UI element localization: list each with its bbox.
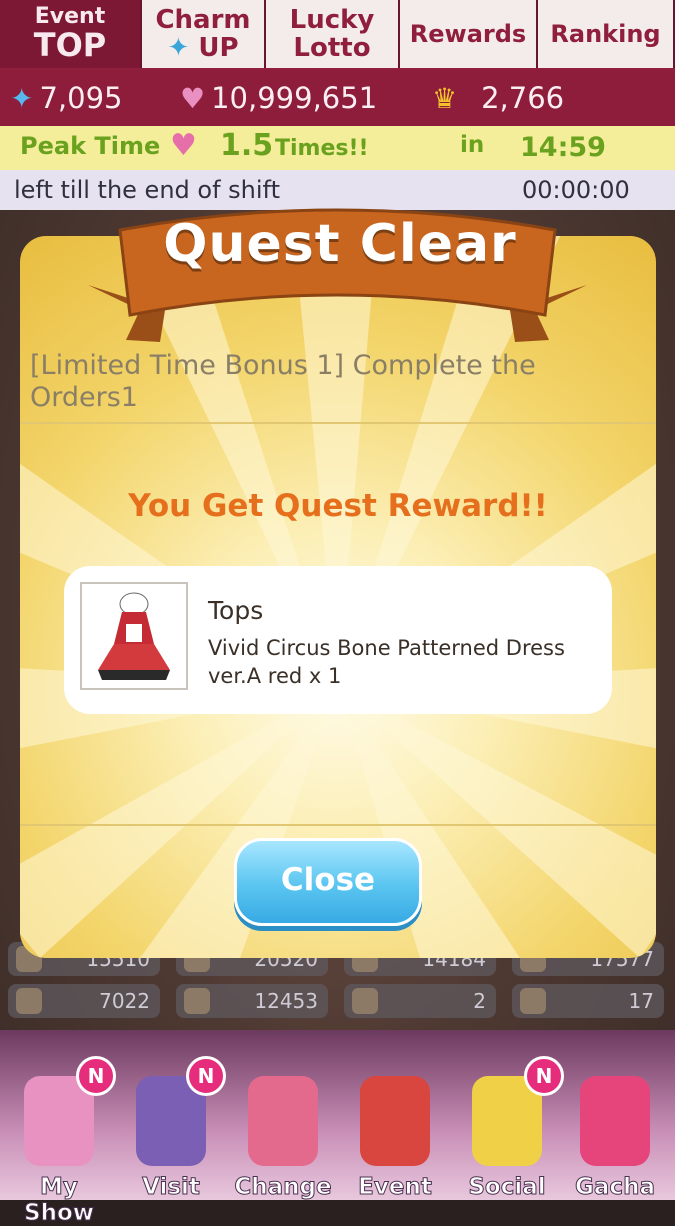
charm-count: 10,999,651 bbox=[211, 81, 378, 115]
star-count: 7,095 bbox=[39, 81, 123, 115]
quest-clear-title: Quest Clear bbox=[163, 214, 517, 274]
pink-heart-icon: ♥ bbox=[170, 128, 197, 163]
nav-my-show[interactable]: N My Show bbox=[4, 1030, 116, 1226]
peak-in-text: in bbox=[460, 132, 485, 158]
nav-change[interactable]: Change bbox=[228, 1030, 338, 1201]
tab-charm-up[interactable]: Charm ✦ UP bbox=[142, 0, 266, 68]
tab-event-top[interactable]: Event TOP bbox=[0, 0, 142, 68]
divider bbox=[20, 824, 656, 826]
nav-social-label: Social bbox=[468, 1174, 546, 1201]
crown-stat: ♛ 2,766 bbox=[432, 81, 564, 115]
tab-lucky-lotto[interactable]: Lucky Lotto bbox=[266, 0, 400, 68]
tab-event-top-line2: TOP bbox=[33, 26, 107, 64]
material-cell: 2 bbox=[344, 984, 496, 1018]
nav-visit[interactable]: N Visit bbox=[116, 1030, 226, 1201]
dress-thumbnail bbox=[80, 582, 188, 690]
tab-lucky-lotto-line2: Lotto bbox=[293, 33, 371, 63]
tab-charm-up-line1: Charm bbox=[155, 5, 251, 35]
heart-icon: ♥ bbox=[180, 81, 206, 115]
material-row-2: 7022 12453 2 17 bbox=[8, 984, 668, 1020]
new-badge: N bbox=[76, 1056, 116, 1096]
material-count: 17 bbox=[628, 989, 654, 1013]
peak-time-label: Peak Time bbox=[20, 132, 161, 160]
shoe-icon bbox=[352, 988, 378, 1014]
material-count: 12453 bbox=[254, 989, 318, 1013]
nav-change-label: Change bbox=[234, 1174, 332, 1201]
material-cell: 17 bbox=[512, 984, 664, 1018]
reward-item-card: Tops Vivid Circus Bone Patterned Dress v… bbox=[64, 566, 612, 714]
nav-my-show-label: My Show bbox=[24, 1174, 95, 1226]
crown-count: 2,766 bbox=[481, 81, 565, 115]
tab-event-top-line1: Event bbox=[34, 4, 106, 29]
star-stat: ✦ 7,095 bbox=[10, 81, 123, 115]
peak-time-bar: Peak Time ♥ 1.5 Times!! in 14:59 bbox=[0, 126, 675, 170]
bunny-icon bbox=[520, 988, 546, 1014]
nav-visit-label: Visit bbox=[142, 1174, 201, 1201]
item-category: Tops bbox=[208, 596, 264, 625]
reward-title: You Get Quest Reward!! bbox=[128, 488, 548, 524]
material-count: 7022 bbox=[99, 989, 150, 1013]
knife-icon bbox=[16, 988, 42, 1014]
close-button[interactable]: Close bbox=[234, 838, 422, 926]
circus-tent-icon bbox=[360, 1076, 430, 1166]
nav-social[interactable]: N Social bbox=[452, 1030, 564, 1201]
new-badge: N bbox=[186, 1056, 226, 1096]
new-badge: N bbox=[524, 1056, 564, 1096]
material-count: 2 bbox=[473, 989, 486, 1013]
book-icon bbox=[184, 988, 210, 1014]
currency-status-bar: ✦ 7,095 ♥ 10,999,651 ♛ 2,766 bbox=[0, 70, 675, 126]
nav-event[interactable]: Event bbox=[340, 1030, 450, 1201]
divider bbox=[20, 422, 656, 424]
top-tab-bar: Event TOP Charm ✦ UP Lucky Lotto Rewards… bbox=[0, 0, 675, 70]
tab-charm-up-line2: UP bbox=[198, 33, 239, 63]
tab-rewards-label: Rewards bbox=[409, 20, 527, 48]
tab-ranking-label: Ranking bbox=[550, 20, 661, 48]
peak-multiplier: 1.5 bbox=[220, 128, 274, 163]
crown-icon: ♛ bbox=[432, 81, 458, 115]
bottom-nav: N My Show N Visit Change Event N Social … bbox=[0, 1030, 675, 1226]
nav-event-label: Event bbox=[358, 1174, 433, 1201]
peak-times-text: Times!! bbox=[275, 136, 369, 161]
tab-rewards[interactable]: Rewards bbox=[400, 0, 538, 68]
peak-countdown: 14:59 bbox=[520, 132, 606, 163]
material-cell: 7022 bbox=[8, 984, 160, 1018]
tab-ranking[interactable]: Ranking bbox=[538, 0, 675, 68]
nav-gacha-label: Gacha bbox=[575, 1174, 656, 1201]
nav-gacha[interactable]: Gacha bbox=[560, 1030, 670, 1201]
blue-star-icon: ✦ bbox=[10, 81, 34, 115]
material-cell: 12453 bbox=[176, 984, 328, 1018]
star-icon: ✦ bbox=[167, 33, 190, 63]
charm-stat: ♥ 10,999,651 bbox=[180, 81, 377, 115]
item-name: Vivid Circus Bone Patterned Dress ver.A … bbox=[208, 636, 565, 688]
dress-icon bbox=[248, 1076, 318, 1166]
tab-lucky-lotto-line1: Lucky bbox=[289, 5, 375, 35]
gacha-machine-icon bbox=[580, 1076, 650, 1166]
